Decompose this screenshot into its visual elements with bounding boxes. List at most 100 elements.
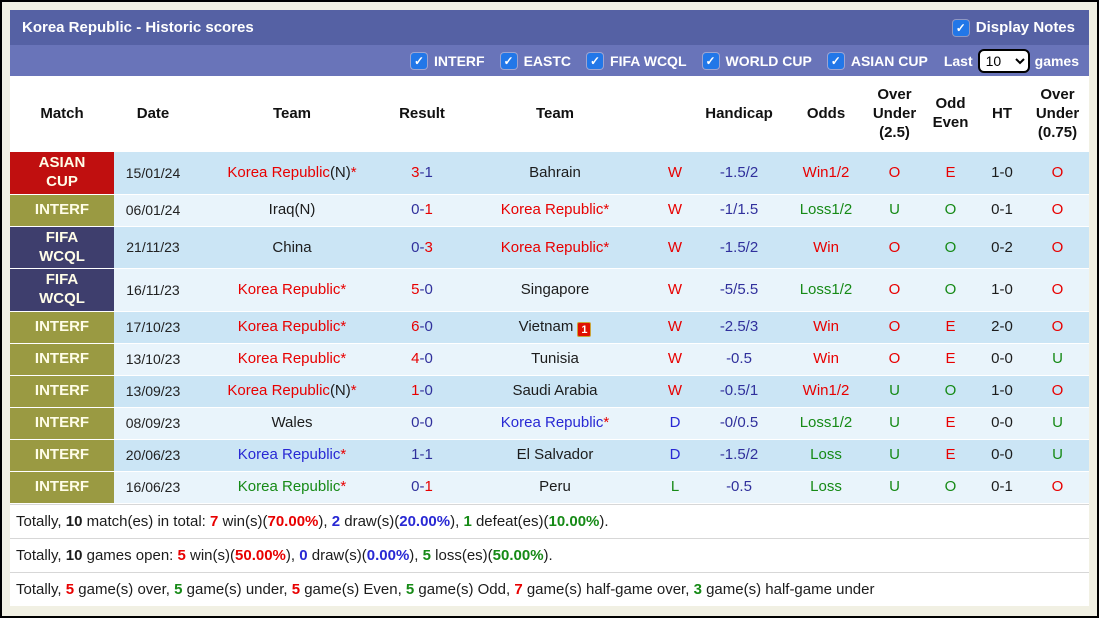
text-segment: Loss	[810, 446, 842, 464]
cell-result: 0-1	[392, 471, 452, 504]
text-segment: Loss	[810, 478, 842, 496]
cell-handicap: -1/1.5	[692, 194, 786, 227]
cell-away-team: Korea Republic*	[452, 407, 658, 440]
text-segment: O	[888, 164, 901, 181]
cell-odds: Win	[786, 226, 866, 270]
col-header-over-under-075: Over Under (0.75)	[1026, 76, 1089, 153]
cell-result: 1-1	[392, 439, 452, 472]
cell-wdl: W	[658, 226, 692, 270]
text-segment: game(s) Even,	[300, 580, 406, 598]
text-segment: win(s)(	[218, 512, 268, 530]
filter-item-eastc: ✓ EASTC	[500, 52, 572, 69]
text-segment: Loss1/2	[799, 414, 853, 432]
display-notes-checkbox[interactable]: ✓	[952, 19, 969, 36]
text-segment: Korea Republic	[237, 446, 341, 464]
history-table: Match Date Team Result Team Handicap Odd…	[10, 76, 1089, 504]
text-segment: 1	[424, 478, 433, 496]
cell-odds: Win	[786, 343, 866, 376]
text-segment: (N)	[329, 164, 351, 181]
text-segment: 5	[411, 281, 420, 298]
filter-label: FIFA WCQL	[610, 52, 687, 69]
text-segment: 0	[411, 201, 420, 219]
text-segment: Vietnam	[518, 317, 574, 335]
cell-odds: Win1/2	[786, 152, 866, 195]
text-segment: 0	[299, 546, 308, 564]
text-segment: E	[945, 414, 956, 432]
text-segment: Loss1/2	[799, 201, 853, 219]
cell-odds: Win	[786, 311, 866, 344]
cell-home-team: Iraq(N)	[192, 194, 392, 227]
cell-ht: 0-0	[978, 343, 1026, 376]
table-row: INTERF 20/06/23 Korea Republic* 1-1 El Salva…	[10, 439, 1089, 472]
table-row: INTERF 06/01/24 Iraq(N) 0-1 Korea Republic* W…	[10, 194, 1089, 227]
games-count-select[interactable]: 10	[977, 48, 1030, 73]
text-segment: match(es) in total:	[82, 512, 210, 530]
cell-over-under-25: O	[866, 343, 923, 376]
col-header-date: Date	[114, 76, 192, 153]
cell-date: 06/01/24	[114, 194, 192, 227]
filter-item-fifa-wcql: ✓ FIFA WCQL	[587, 52, 687, 69]
text-segment: 1	[411, 446, 420, 464]
cell-result: 1-0	[392, 375, 452, 408]
text-segment: O	[944, 238, 957, 256]
checkbox-icon[interactable]: ✓	[587, 52, 604, 69]
cell-home-team: Korea Republic(N)*	[192, 375, 392, 408]
filter-label: ASIAN CUP	[850, 52, 928, 69]
text-segment: *	[340, 478, 347, 496]
text-segment: 10.00%	[548, 512, 600, 530]
checkbox-icon[interactable]: ✓	[500, 52, 517, 69]
checkbox-icon[interactable]: ✓	[827, 52, 844, 69]
text-segment: Win	[813, 318, 839, 336]
text-segment: *	[340, 318, 347, 336]
cell-over-under-25: U	[866, 471, 923, 504]
cell-over-under-075: O	[1026, 268, 1089, 312]
page-title: Korea Republic - Historic scores	[22, 19, 254, 36]
cell-competition: INTERF	[10, 471, 114, 504]
checkbox-icon[interactable]: ✓	[702, 52, 719, 69]
text-segment: W	[667, 382, 683, 400]
cell-over-under-25: U	[866, 375, 923, 408]
filter-bar: ✓ INTERF ✓ EASTC ✓ FIFA WCQL ✓ WORLD CUP ✓ ASIAN …	[10, 45, 1089, 76]
cell-ht: 1-0	[978, 375, 1026, 408]
cell-over-under-25: U	[866, 407, 923, 440]
cell-over-under-075: O	[1026, 375, 1089, 408]
cell-wdl: W	[658, 343, 692, 376]
cell-away-team: Tunisia	[452, 343, 658, 376]
cell-ht: 0-1	[978, 471, 1026, 504]
text-segment: 0	[411, 478, 420, 496]
text-segment: E	[945, 164, 956, 181]
cell-home-team: Korea Republic*	[192, 268, 392, 312]
cell-over-under-25: O	[866, 152, 923, 195]
cell-ht: 0-0	[978, 439, 1026, 472]
cell-away-team: Korea Republic*	[452, 194, 658, 227]
cell-odds: Win1/2	[786, 375, 866, 408]
text-segment: E	[945, 350, 956, 368]
text-segment: *	[603, 414, 610, 432]
text-segment: Totally,	[16, 546, 66, 564]
filter-label: EASTC	[523, 52, 572, 69]
text-segment: Win1/2	[802, 164, 850, 181]
cell-odds: Loss1/2	[786, 268, 866, 312]
competition-badge: INTERF	[10, 439, 114, 471]
col-header-handicap: Handicap	[692, 76, 786, 153]
cell-result: 6-0	[392, 311, 452, 344]
cell-result: 0-3	[392, 226, 452, 270]
cell-away-team: Peru	[452, 471, 658, 504]
cell-date: 13/10/23	[114, 343, 192, 376]
competition-filters: ✓ INTERF ✓ EASTC ✓ FIFA WCQL ✓ WORLD CUP ✓ ASIAN …	[411, 52, 928, 69]
cell-over-under-075: O	[1026, 152, 1089, 195]
cell-handicap: -5/5.5	[692, 268, 786, 312]
cell-handicap: -0/0.5	[692, 407, 786, 440]
text-segment: 0	[424, 414, 433, 432]
competition-badge: INTERF	[10, 471, 114, 503]
text-segment: 10	[65, 512, 83, 530]
text-segment: O	[1051, 382, 1064, 400]
cell-odd-even: E	[923, 311, 978, 344]
cell-competition: INTERF	[10, 439, 114, 472]
text-segment: Totally,	[16, 580, 66, 598]
cell-result: 0-1	[392, 194, 452, 227]
cell-competition: INTERF	[10, 343, 114, 376]
checkbox-icon[interactable]: ✓	[411, 52, 428, 69]
cell-odd-even: E	[923, 407, 978, 440]
filter-item-asian-cup: ✓ ASIAN CUP	[827, 52, 928, 69]
